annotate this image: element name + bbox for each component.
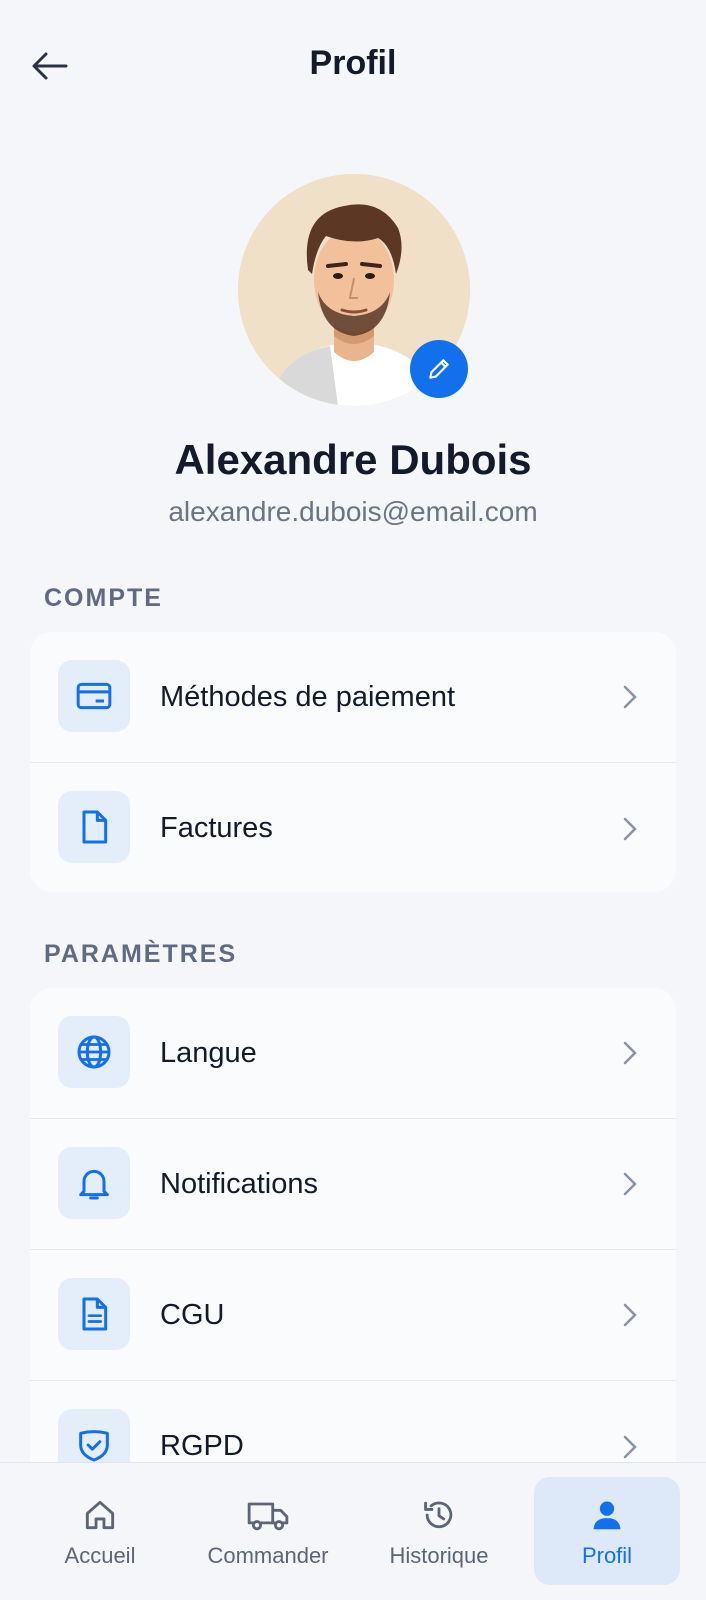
- nav-label: Historique: [389, 1543, 489, 1568]
- menu-item-language[interactable]: Langue: [30, 988, 676, 1119]
- section-label-settings: PARAMÈTRES: [44, 940, 238, 968]
- nav-label: Profil: [581, 1543, 633, 1568]
- document-text-icon: [58, 1278, 130, 1350]
- menu-item-terms[interactable]: CGU: [30, 1250, 676, 1381]
- history-icon: [417, 1493, 461, 1537]
- menu-item-label: Notifications: [160, 1167, 318, 1200]
- nav-label: Commander: [207, 1543, 329, 1568]
- chevron-right-icon: [618, 1432, 642, 1462]
- nav-item-home[interactable]: Accueil: [40, 1477, 160, 1585]
- bottom-nav: Accueil Commander Historique Profil: [0, 1462, 706, 1600]
- page-title: Profil: [309, 44, 397, 82]
- user-icon: [585, 1493, 629, 1537]
- chevron-right-icon: [618, 1169, 642, 1199]
- truck-icon: [246, 1493, 290, 1537]
- chevron-right-icon: [618, 1300, 642, 1330]
- menu-item-label: Langue: [160, 1036, 257, 1069]
- chevron-right-icon: [618, 682, 642, 712]
- edit-avatar-button[interactable]: [410, 340, 468, 398]
- nav-item-order[interactable]: Commander: [198, 1477, 338, 1585]
- menu-item-payment-methods[interactable]: Méthodes de paiement: [30, 632, 676, 763]
- avatar-container: [238, 174, 470, 406]
- nav-label: Accueil: [64, 1543, 136, 1568]
- menu-item-label: Méthodes de paiement: [160, 680, 456, 713]
- credit-card-icon: [58, 660, 130, 732]
- chevron-right-icon: [618, 1038, 642, 1068]
- account-card: Méthodes de paiement Factures: [30, 632, 676, 892]
- user-name: Alexandre Dubois: [174, 436, 532, 483]
- menu-item-label: Factures: [160, 812, 273, 844]
- nav-item-history[interactable]: Historique: [374, 1477, 504, 1585]
- top-bar: Profil: [0, 0, 706, 130]
- document-icon: [58, 791, 130, 863]
- section-label-account: COMPTE: [44, 584, 163, 612]
- globe-icon: [58, 1016, 130, 1088]
- menu-item-label: RGPD: [160, 1430, 244, 1462]
- menu-item-label: CGU: [160, 1298, 225, 1331]
- settings-card: Langue Notifications CGU RGPD: [30, 988, 676, 1518]
- bell-icon: [58, 1147, 130, 1219]
- pencil-icon: [429, 359, 449, 379]
- user-email: alexandre.dubois@email.com: [168, 496, 538, 527]
- menu-item-notifications[interactable]: Notifications: [30, 1119, 676, 1250]
- chevron-right-icon: [618, 814, 642, 844]
- home-icon: [78, 1493, 122, 1537]
- nav-item-profile[interactable]: Profil: [534, 1477, 680, 1585]
- menu-item-invoices[interactable]: Factures: [30, 763, 676, 892]
